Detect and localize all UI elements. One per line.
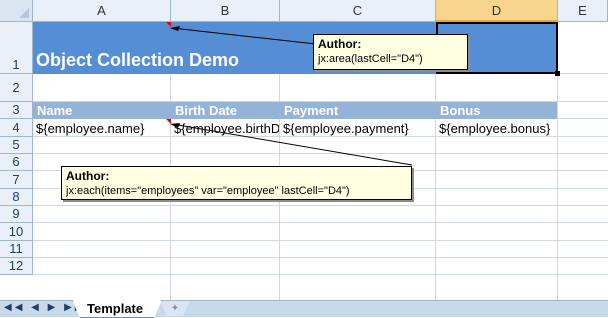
sheet-nav-arrows-icon[interactable]: ◀◀ ◀ ▶ ▶▶	[4, 302, 85, 313]
insert-sheet-icon[interactable]: ✦	[160, 301, 190, 316]
sheet-tab-template[interactable]: Template	[72, 300, 162, 318]
comment-text-each: jx:each(items="employees" var="employee"…	[66, 185, 350, 197]
comment-author-area: Author:	[318, 37, 362, 51]
comment-text-area: jx:area(lastCell="D4")	[318, 53, 423, 65]
comment-arrow-each	[171, 123, 413, 166]
comment-arrow-area	[171, 27, 317, 45]
comment-arrows	[170, 26, 413, 166]
arrowhead-each-icon	[170, 123, 180, 128]
arrowhead-area-icon	[170, 26, 180, 31]
comment-box-area[interactable]: Author: jx:area(lastCell="D4")	[313, 34, 468, 70]
sheet-tab-bar: ◀◀ ◀ ▶ ▶▶ Template ✦	[0, 300, 608, 317]
comment-box-each[interactable]: Author: jx:each(items="employees" var="e…	[61, 166, 412, 200]
comment-author-each: Author:	[66, 169, 110, 183]
